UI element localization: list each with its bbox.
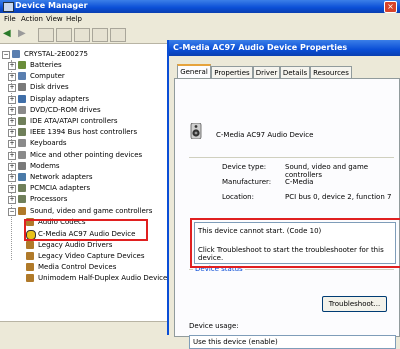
general-panel: C-Media AC97 Audio Device Device type: S… bbox=[174, 78, 400, 349]
usage-label: Device usage: bbox=[189, 322, 239, 330]
expand-icon[interactable]: + bbox=[8, 73, 16, 82]
scan-hardware-icon[interactable] bbox=[110, 28, 126, 42]
refresh-icon[interactable] bbox=[92, 28, 108, 42]
menu-view[interactable]: View bbox=[46, 15, 63, 23]
network-icon bbox=[18, 173, 26, 181]
processor-icon bbox=[18, 195, 26, 204]
window-title: Device Manager bbox=[15, 1, 88, 10]
show-hide-tree-icon[interactable] bbox=[38, 28, 54, 42]
tree-item-label: Modems bbox=[30, 161, 60, 170]
tree-child-label: Legacy Audio Drivers bbox=[38, 240, 113, 249]
tree-item-label: Disk drives bbox=[30, 83, 69, 92]
speaker-icon bbox=[26, 263, 34, 272]
tree-item-label: IEEE 1394 Bus host controllers bbox=[30, 128, 138, 137]
highlight-box bbox=[190, 218, 400, 268]
dvd-icon bbox=[18, 105, 26, 114]
device-manager-titlebar[interactable]: Device Manager bbox=[0, 0, 400, 13]
properties-dialog: C-Media AC97 Audio Device Properties Gen… bbox=[167, 40, 400, 349]
location-key: Location: bbox=[222, 193, 254, 201]
pcmcia-icon bbox=[18, 184, 26, 193]
expand-icon[interactable]: + bbox=[8, 129, 16, 138]
tree-item-label: Computer bbox=[30, 72, 65, 81]
forward-arrow-icon[interactable]: ▶ bbox=[18, 28, 32, 40]
tree-item-label: PCMCIA adapters bbox=[30, 184, 91, 193]
location-value: PCI bus 0, device 2, function 7 bbox=[285, 193, 392, 201]
usage-value: Use this device (enable) bbox=[193, 338, 278, 346]
sound-icon bbox=[18, 206, 26, 215]
expand-icon[interactable]: + bbox=[8, 151, 16, 160]
firewire-icon bbox=[18, 128, 26, 137]
device-type-key: Device type: bbox=[222, 163, 267, 171]
device-manager-icon bbox=[3, 2, 14, 12]
disk-icon bbox=[18, 83, 26, 92]
tree-item-label: DVD/CD-ROM drives bbox=[30, 105, 101, 114]
computer-icon bbox=[12, 50, 20, 58]
expand-icon[interactable]: + bbox=[8, 174, 16, 182]
tree-child-label: Media Control Devices bbox=[38, 263, 117, 272]
tree-item-label: Display adapters bbox=[30, 94, 90, 103]
expand-icon[interactable]: + bbox=[8, 106, 16, 115]
tree-item-label: Mice and other pointing devices bbox=[30, 150, 143, 159]
tree-child-label: Legacy Video Capture Devices bbox=[38, 251, 145, 260]
menu-help[interactable]: Help bbox=[66, 15, 82, 23]
menu-file[interactable]: File bbox=[4, 15, 16, 23]
properties-icon[interactable] bbox=[56, 28, 72, 42]
highlight-box bbox=[24, 219, 148, 241]
tree-child-label: Unimodem Half-Duplex Audio Device bbox=[38, 274, 168, 283]
battery-icon bbox=[18, 61, 26, 69]
display-icon bbox=[18, 94, 26, 103]
expand-icon[interactable]: + bbox=[8, 140, 16, 149]
menu-action[interactable]: Action bbox=[21, 15, 43, 23]
ide-icon bbox=[18, 117, 26, 125]
tree-item-label: Network adapters bbox=[30, 173, 93, 181]
expand-icon[interactable]: + bbox=[8, 196, 16, 205]
expand-icon[interactable]: + bbox=[8, 185, 16, 194]
tree-item-label: Keyboards bbox=[30, 139, 67, 148]
tree-item-label: IDE ATA/ATAPI controllers bbox=[30, 117, 118, 125]
troubleshoot-button[interactable]: Troubleshoot... bbox=[322, 296, 387, 312]
expand-icon[interactable]: + bbox=[8, 84, 16, 93]
back-arrow-icon[interactable]: ◀ bbox=[3, 28, 17, 40]
tree-item-label: Sound, video and game controllers bbox=[30, 206, 153, 215]
speaker-icon bbox=[26, 274, 34, 283]
manufacturer-value: C-Media bbox=[285, 178, 314, 186]
manufacturer-key: Manufacturer: bbox=[222, 178, 272, 186]
usage-select[interactable]: Use this device (enable) bbox=[189, 335, 396, 349]
collapse-icon[interactable]: − bbox=[2, 51, 10, 59]
tree-root-label: CRYSTAL-2E00275 bbox=[24, 50, 88, 58]
expand-icon[interactable]: + bbox=[8, 162, 16, 171]
speaker-icon bbox=[190, 123, 202, 139]
tree-item-label: Processors bbox=[30, 195, 68, 204]
expand-icon[interactable]: + bbox=[8, 62, 16, 70]
speaker-icon bbox=[26, 240, 34, 249]
expand-icon[interactable]: + bbox=[8, 118, 16, 126]
collapse-icon[interactable]: − bbox=[8, 207, 16, 216]
tree-item-label: Batteries bbox=[30, 61, 62, 69]
device-type-value: Sound, video and game controllers bbox=[285, 163, 369, 179]
dialog-title: C-Media AC97 Audio Device Properties bbox=[173, 43, 348, 52]
help-icon[interactable] bbox=[74, 28, 90, 42]
device-name: C-Media AC97 Audio Device bbox=[216, 131, 314, 139]
keyboard-icon bbox=[18, 139, 26, 148]
close-button[interactable]: × bbox=[384, 1, 397, 13]
computer-icon bbox=[18, 72, 26, 81]
speaker-icon bbox=[26, 251, 34, 260]
modem-icon bbox=[18, 161, 26, 170]
dialog-titlebar[interactable]: C-Media AC97 Audio Device Properties bbox=[169, 40, 400, 56]
mouse-icon bbox=[18, 150, 26, 159]
expand-icon[interactable]: + bbox=[8, 95, 16, 104]
divider bbox=[189, 157, 394, 158]
menu-bar: File Action View Help bbox=[0, 13, 400, 25]
